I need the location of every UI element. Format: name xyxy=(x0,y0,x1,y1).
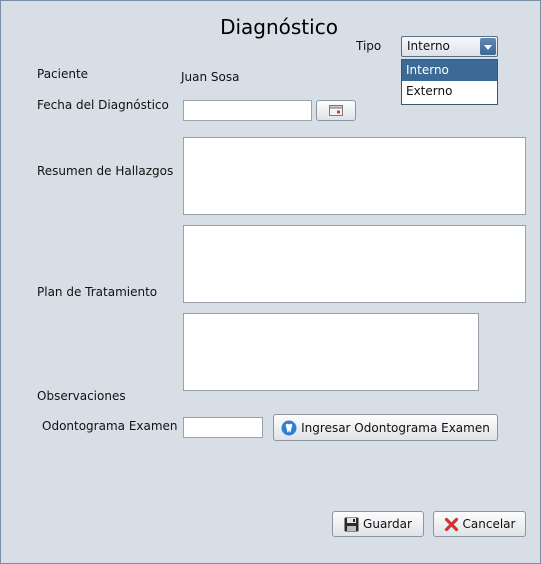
calendar-button[interactable] xyxy=(316,100,356,121)
observaciones-textarea[interactable] xyxy=(183,313,479,391)
cancel-label: Cancelar xyxy=(462,517,516,531)
plan-textarea[interactable] xyxy=(183,225,526,303)
cancel-button[interactable]: Cancelar xyxy=(433,511,526,537)
chevron-down-icon[interactable] xyxy=(480,38,496,55)
resumen-label: Resumen de Hallazgos xyxy=(37,164,174,178)
fecha-input[interactable] xyxy=(183,100,312,121)
ingresar-odontograma-button[interactable]: Ingresar Odontograma Examen xyxy=(273,414,498,441)
odontograma-input[interactable] xyxy=(183,417,263,438)
diagnostico-window: Diagnóstico Tipo Interno Interno Externo… xyxy=(0,0,541,564)
floppy-disk-icon xyxy=(344,517,359,531)
observaciones-label: Observaciones xyxy=(37,389,126,403)
paciente-value: Juan Sosa xyxy=(181,70,240,84)
plan-label: Plan de Tratamiento xyxy=(37,285,158,299)
red-x-icon xyxy=(444,517,458,531)
tipo-dropdown-list: Interno Externo xyxy=(401,59,498,105)
tipo-option-externo[interactable]: Externo xyxy=(402,81,497,102)
paciente-label: Paciente xyxy=(37,67,89,81)
odontograma-label: Odontograma Examen xyxy=(42,419,178,433)
tipo-label: Tipo xyxy=(356,39,382,53)
tipo-select[interactable]: Interno xyxy=(401,36,498,57)
ingresar-odontograma-label: Ingresar Odontograma Examen xyxy=(301,420,490,435)
tipo-option-interno[interactable]: Interno xyxy=(402,60,497,81)
save-label: Guardar xyxy=(363,517,412,531)
calendar-icon xyxy=(329,105,343,116)
tipo-selected-value: Interno xyxy=(407,39,450,53)
resumen-textarea[interactable] xyxy=(183,137,526,215)
fecha-label: Fecha del Diagnóstico xyxy=(37,98,169,112)
tooth-icon xyxy=(281,420,297,435)
save-button[interactable]: Guardar xyxy=(332,511,424,537)
